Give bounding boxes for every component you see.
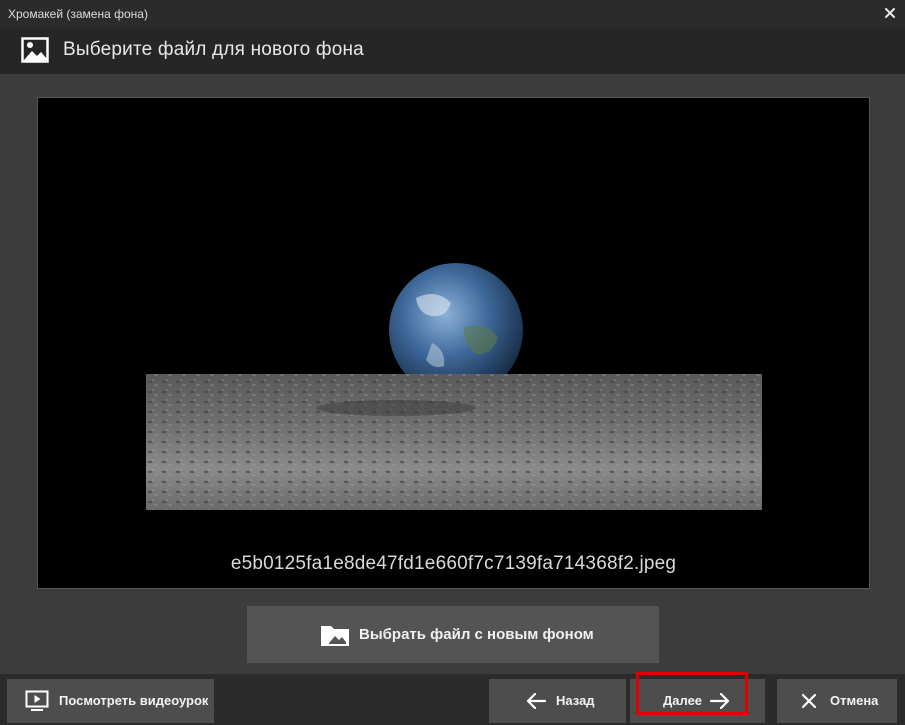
page-title: Выберите файл для нового фона [63, 39, 364, 60]
next-button[interactable]: Далее [630, 679, 765, 723]
watch-video-tutorial-button[interactable]: Посмотреть видеоурок [7, 679, 214, 723]
play-screen-icon [25, 690, 49, 711]
preview-filename: e5b0125fa1e8de47fd1e660f7c7139fa714368f2… [230, 553, 677, 574]
window-title: Хромакей (замена фона) [8, 7, 148, 21]
choose-background-file-button[interactable]: Выбрать файл с новым фоном [247, 606, 659, 663]
arrow-left-icon [526, 692, 546, 710]
folder-image-icon [321, 626, 349, 646]
choose-background-file-label: Выбрать файл с новым фоном [359, 626, 594, 643]
window-titlebar: Хромакей (замена фона) [0, 0, 905, 28]
back-button[interactable]: Назад [489, 679, 626, 723]
arrow-right-icon [710, 692, 730, 710]
background-preview: e5b0125fa1e8de47fd1e660f7c7139fa714368f2… [37, 97, 870, 589]
close-icon [801, 693, 817, 709]
image-icon [21, 37, 49, 63]
next-label: Далее [663, 693, 703, 708]
window-close-icon[interactable] [881, 4, 899, 22]
preview-image [146, 263, 762, 510]
cancel-label: Отмена [830, 693, 879, 708]
cancel-button[interactable]: Отмена [777, 679, 897, 723]
watch-video-tutorial-label: Посмотреть видеоурок [59, 693, 209, 708]
dialog-header: Выберите файл для нового фона [0, 28, 905, 74]
back-label: Назад [556, 693, 595, 708]
